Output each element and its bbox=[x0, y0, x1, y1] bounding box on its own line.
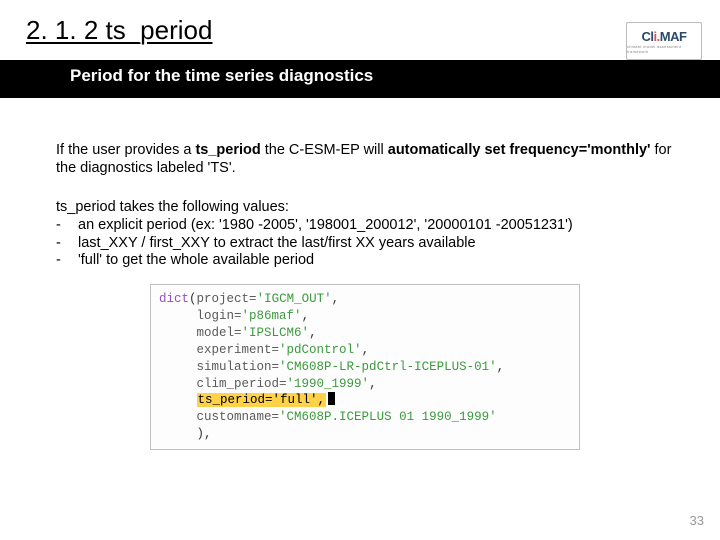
list-item: -'full' to get the whole available perio… bbox=[56, 252, 674, 270]
header-band: 2. 1. 2 ts_period Period for the time se… bbox=[0, 0, 720, 98]
list-item: -last_XXY / first_XXY to extract the las… bbox=[56, 235, 674, 253]
title-box: 2. 1. 2 ts_period bbox=[0, 0, 720, 60]
slide-title: 2. 1. 2 ts_period bbox=[26, 15, 212, 46]
intro-paragraph: If the user provides a ts_period the C-E… bbox=[56, 142, 674, 177]
content: If the user provides a ts_period the C-E… bbox=[0, 98, 720, 450]
page-number: 33 bbox=[690, 513, 704, 528]
list-item: -an explicit period (ex: '1980 -2005', '… bbox=[56, 217, 674, 235]
logo-text: Cli.MAF bbox=[642, 29, 687, 44]
logo-subtext: climate model assessment framework bbox=[627, 44, 701, 54]
code-snippet: dict(project='IGCM_OUT', login='p86maf',… bbox=[150, 284, 580, 450]
text-cursor bbox=[328, 392, 335, 405]
highlighted-line: ts_period='full', bbox=[197, 393, 327, 407]
slide: { "header": { "title": "2. 1. 2 ts_perio… bbox=[0, 0, 720, 540]
values-intro: ts_period takes the following values: bbox=[56, 199, 674, 217]
values-block: ts_period takes the following values: -a… bbox=[56, 199, 674, 270]
slide-subtitle: Period for the time series diagnostics bbox=[70, 66, 373, 86]
climaf-logo: Cli.MAF climate model assessment framewo… bbox=[626, 22, 702, 60]
